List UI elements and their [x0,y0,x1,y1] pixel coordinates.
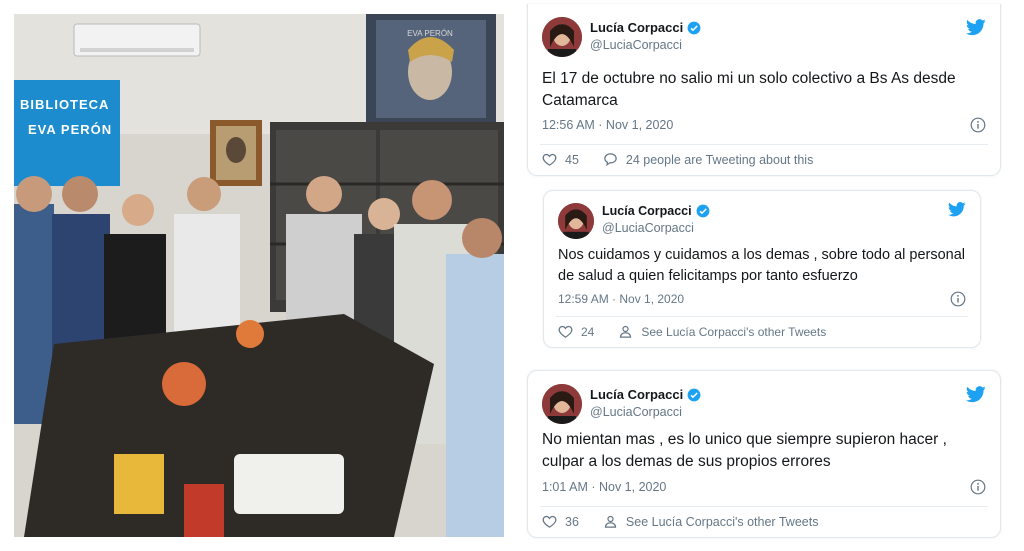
heart-icon [558,325,573,338]
tweet-card[interactable]: Lucía Corpacci @LuciaCorpacci No mientan… [527,370,1001,538]
library-sign-line2: EVA PERÓN [28,122,112,137]
other-tweets-text: See Lucía Corpacci's other Tweets [641,324,827,339]
tweet-timestamp[interactable]: 12:59 AM · Nov 1, 2020 [558,292,684,306]
avatar[interactable] [542,17,582,57]
author-handle[interactable]: @LuciaCorpacci [602,221,694,235]
group-photo: BIBLIOTECA EVA PERÓN EVA PERÓN [14,14,504,537]
heart-icon [542,515,557,528]
verified-badge-icon [687,21,701,35]
twitter-bird-icon[interactable] [948,202,966,217]
info-icon[interactable] [970,117,986,133]
like-count: 36 [565,514,579,529]
heart-icon [542,153,557,166]
author-name[interactable]: Lucía Corpacci [590,387,683,402]
author-handle[interactable]: @LuciaCorpacci [590,405,682,419]
author-name[interactable]: Lucía Corpacci [590,20,683,35]
avatar[interactable] [558,203,594,239]
info-icon[interactable] [970,479,986,495]
tweet-card[interactable]: Lucía Corpacci @LuciaCorpacci Nos cuidam… [543,190,981,348]
tweet-text: Nos cuidamos y cuidamos a los demas , so… [558,247,966,284]
tweet-text: El 17 de octubre no salio mi un solo col… [542,70,956,109]
like-count: 45 [565,152,579,167]
like-button[interactable]: 45 [542,152,579,167]
like-button[interactable]: 24 [558,324,594,339]
tweet-timestamp[interactable]: 12:56 AM · Nov 1, 2020 [542,118,673,132]
divider [540,506,988,507]
person-icon [620,325,632,338]
author-handle[interactable]: @LuciaCorpacci [590,38,682,52]
person-icon [604,515,617,528]
verified-badge-icon [687,388,701,402]
divider [540,144,988,145]
other-tweets-link[interactable]: See Lucía Corpacci's other Tweets [618,324,826,339]
verified-badge-icon [696,204,710,218]
portrait-label: EVA PERÓN [407,29,453,38]
divider [556,316,968,317]
other-tweets-link[interactable]: See Lucía Corpacci's other Tweets [603,514,819,529]
twitter-bird-icon[interactable] [966,19,986,36]
comment-icon [604,153,617,167]
avatar[interactable] [542,384,582,424]
tweet-text: No mientan mas , es lo unico que siempre… [542,431,947,470]
twitter-bird-icon[interactable] [966,386,986,403]
other-tweets-text: See Lucía Corpacci's other Tweets [625,514,819,529]
info-icon[interactable] [950,291,966,307]
tweet-timestamp[interactable]: 1:01 AM · Nov 1, 2020 [542,480,666,494]
like-button[interactable]: 36 [542,514,579,529]
tweeting-about-link[interactable]: 24 people are Tweeting about this [603,152,813,167]
like-count: 24 [581,324,595,339]
tweeting-about-text: 24 people are Tweeting about this [625,152,814,167]
tweet-card[interactable]: Lucía Corpacci @LuciaCorpacci El 17 de o… [527,4,1001,176]
author-name[interactable]: Lucía Corpacci [602,204,692,218]
library-sign-line1: BIBLIOTECA [20,97,109,112]
